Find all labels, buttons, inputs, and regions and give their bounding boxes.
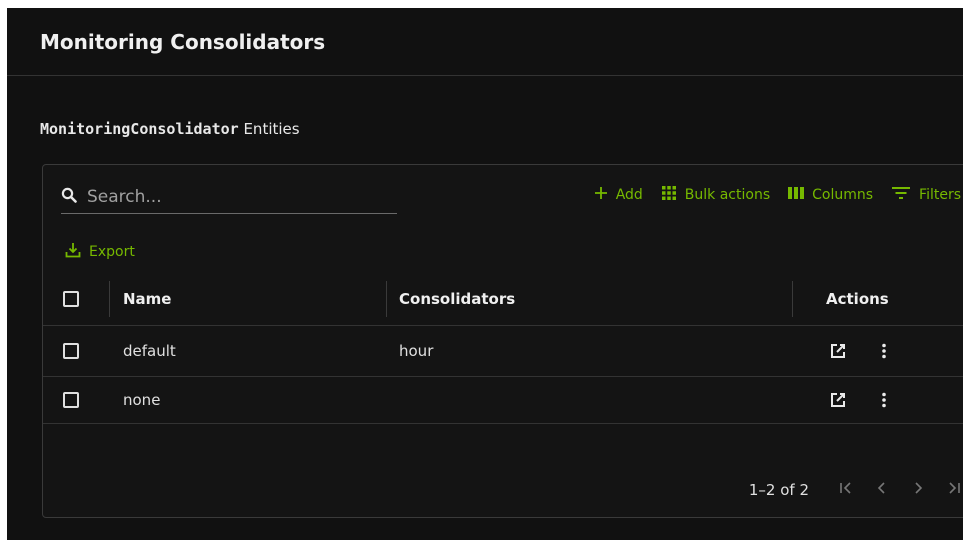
- filter-lines-icon: [891, 185, 911, 205]
- open-in-new-icon[interactable]: [823, 385, 853, 415]
- filters-button[interactable]: Filters: [891, 185, 961, 205]
- row-actions: [823, 377, 899, 423]
- select-all-checkbox[interactable]: [63, 291, 79, 307]
- entities-suffix: Entities: [238, 120, 300, 138]
- column-divider[interactable]: [109, 281, 110, 317]
- row-name: none: [123, 391, 161, 409]
- pagination: 1–2 of 2: [749, 480, 961, 499]
- more-vert-icon[interactable]: [869, 385, 899, 415]
- export-button[interactable]: Export: [65, 242, 135, 262]
- add-label: Add: [615, 187, 643, 203]
- row-actions: [823, 326, 899, 376]
- plus-icon: [594, 186, 608, 204]
- table-row: default hour: [43, 326, 963, 377]
- add-button[interactable]: Add: [594, 186, 643, 204]
- open-in-new-icon[interactable]: [823, 336, 853, 366]
- table-row: none: [43, 377, 963, 424]
- column-divider[interactable]: [386, 281, 387, 317]
- bulk-actions-label: Bulk actions: [684, 187, 771, 203]
- download-icon: [65, 242, 81, 262]
- entities-table: Name Consolidators Actions default hour: [43, 273, 963, 424]
- select-all-cell: [63, 273, 79, 325]
- pagination-range: 1–2 of 2: [748, 480, 809, 499]
- entities-subtitle: MonitoringConsolidator Entities: [40, 120, 300, 138]
- columns-label: Columns: [812, 187, 874, 203]
- column-header-actions: Actions: [826, 290, 889, 308]
- entity-type-name: MonitoringConsolidator: [40, 120, 239, 138]
- export-label: Export: [89, 244, 135, 260]
- last-page-icon[interactable]: [947, 480, 961, 499]
- search-input[interactable]: [85, 186, 389, 208]
- column-header-name[interactable]: Name: [123, 273, 171, 325]
- app-window: Monitoring Consolidators MonitoringConso…: [7, 8, 963, 540]
- columns-button[interactable]: Columns: [788, 186, 873, 204]
- row-checkbox[interactable]: [63, 343, 79, 359]
- grid-dots-icon: [661, 185, 677, 205]
- next-page-icon[interactable]: [911, 480, 925, 499]
- table-header-row: Name Consolidators Actions: [43, 273, 963, 326]
- column-header-consolidators[interactable]: Consolidators: [399, 273, 515, 325]
- bulk-actions-button[interactable]: Bulk actions: [661, 185, 770, 205]
- search-box: [61, 181, 397, 214]
- filters-label: Filters: [919, 187, 961, 203]
- row-name: default: [123, 342, 176, 360]
- row-checkbox[interactable]: [63, 392, 79, 408]
- columns-icon: [788, 186, 805, 204]
- search-icon: [61, 187, 77, 207]
- more-vert-icon[interactable]: [869, 336, 899, 366]
- page-title: Monitoring Consolidators: [40, 29, 326, 54]
- entities-table-card: Add Bulk actions Columns: [42, 164, 963, 518]
- previous-page-icon[interactable]: [875, 480, 889, 499]
- first-page-icon[interactable]: [839, 480, 853, 499]
- row-consolidators: hour: [399, 342, 434, 360]
- table-toolbar: Add Bulk actions Columns Filters: [594, 185, 961, 205]
- page-header: Monitoring Consolidators: [7, 8, 963, 76]
- column-divider[interactable]: [792, 281, 793, 317]
